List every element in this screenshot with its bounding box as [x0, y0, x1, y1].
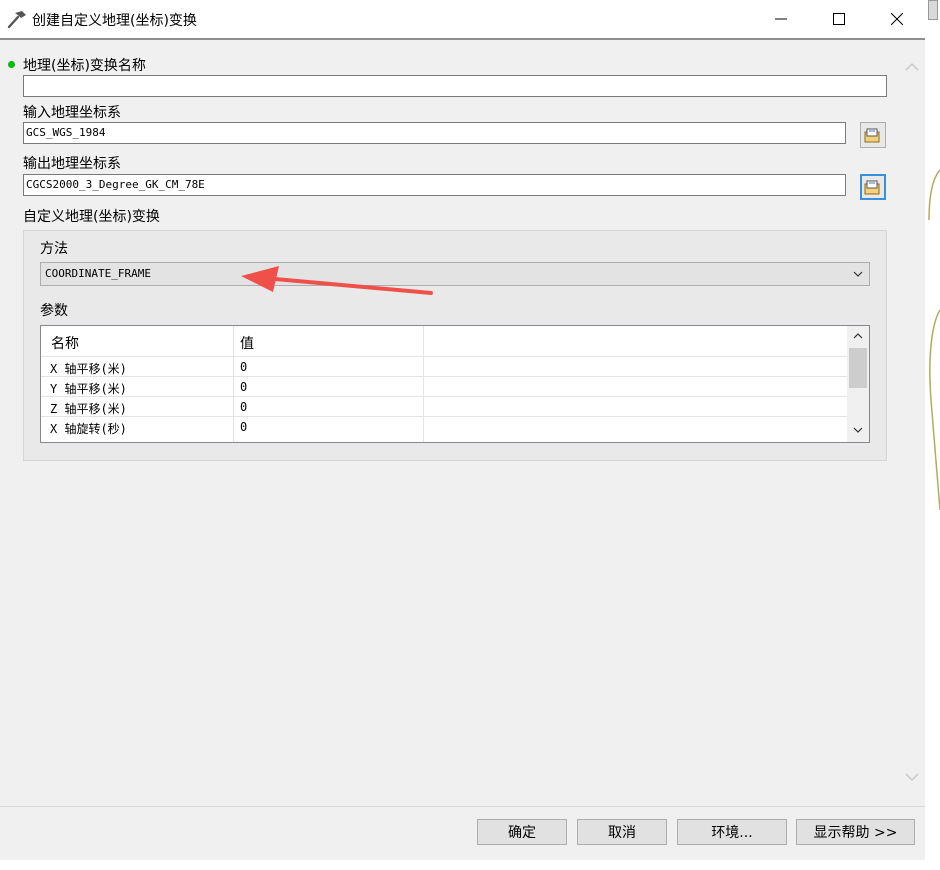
- transformation-name-label: 地理(坐标)变换名称: [23, 58, 146, 74]
- maximize-button[interactable]: [811, 0, 867, 38]
- environments-button[interactable]: 环境...: [677, 819, 787, 845]
- window-title: 创建自定义地理(坐标)变换: [32, 13, 197, 29]
- parameters-table[interactable]: 名称 值 X 轴平移(米) 0 Y 轴平移(米) 0 Z 轴平移(米) 0 X …: [40, 325, 870, 443]
- hammer-icon: [7, 11, 26, 29]
- row-divider: [41, 376, 847, 377]
- method-dropdown[interactable]: COORDINATE_FRAME: [40, 262, 870, 286]
- show-help-button[interactable]: 显示帮助 >>: [796, 819, 915, 845]
- output-gcs-field[interactable]: CGCS2000_3_Degree_GK_CM_78E: [23, 174, 846, 196]
- input-gcs-label: 输入地理坐标系: [23, 105, 121, 121]
- column-divider: [233, 326, 234, 442]
- table-row-value[interactable]: 0: [240, 360, 247, 374]
- annotation-arrow-icon: [241, 266, 433, 295]
- ok-button[interactable]: 确定: [477, 819, 567, 845]
- chevron-up-icon[interactable]: [905, 62, 919, 72]
- folder-properties-icon: [864, 180, 880, 195]
- title-bar[interactable]: 创建自定义地理(坐标)变换: [0, 0, 925, 38]
- required-indicator-icon: [8, 61, 15, 68]
- column-divider: [423, 326, 424, 442]
- close-icon: [891, 13, 903, 25]
- chevron-up-icon[interactable]: [853, 332, 863, 340]
- table-row-name[interactable]: Y 轴平移(米): [50, 380, 127, 397]
- chevron-down-icon[interactable]: [905, 772, 919, 782]
- row-divider: [41, 356, 847, 357]
- minimize-icon: [775, 18, 787, 20]
- dialog-scrollbar[interactable]: [900, 40, 925, 806]
- table-row-name[interactable]: Z 轴平移(米): [50, 400, 127, 417]
- row-divider: [41, 416, 847, 417]
- table-row-value[interactable]: 0: [240, 420, 247, 434]
- table-row-name[interactable]: X 轴旋转(秒): [50, 420, 127, 437]
- chevron-down-icon[interactable]: [853, 426, 863, 434]
- parameters-label: 参数: [40, 303, 68, 319]
- output-gcs-browse-button[interactable]: [860, 174, 886, 200]
- folder-properties-icon: [864, 128, 880, 143]
- minimize-button[interactable]: [753, 0, 809, 38]
- column-header-name[interactable]: 名称: [51, 333, 79, 353]
- maximize-icon: [833, 13, 845, 25]
- transformation-name-input[interactable]: [23, 75, 887, 97]
- custom-transform-label: 自定义地理(坐标)变换: [23, 209, 160, 225]
- input-gcs-browse-button[interactable]: [860, 122, 886, 148]
- background-window-strip: [925, 0, 940, 870]
- method-selected-value: COORDINATE_FRAME: [45, 267, 151, 280]
- table-row-value[interactable]: 0: [240, 400, 247, 414]
- map-outline: [928, 169, 940, 511]
- close-button[interactable]: [869, 0, 925, 38]
- table-scrollbar[interactable]: [847, 326, 869, 442]
- table-row-name[interactable]: X 轴平移(米): [50, 360, 127, 377]
- input-gcs-field[interactable]: GCS_WGS_1984: [23, 122, 846, 144]
- method-label: 方法: [40, 241, 68, 257]
- row-divider: [41, 396, 847, 397]
- table-row-value[interactable]: 0: [240, 380, 247, 394]
- column-header-value[interactable]: 值: [240, 333, 254, 353]
- chevron-down-icon: [853, 271, 863, 277]
- table-scrollbar-thumb[interactable]: [849, 348, 867, 388]
- output-gcs-label: 输出地理坐标系: [23, 156, 121, 172]
- cancel-button[interactable]: 取消: [577, 819, 667, 845]
